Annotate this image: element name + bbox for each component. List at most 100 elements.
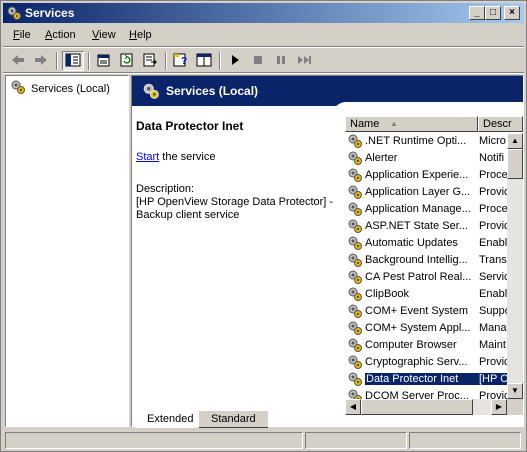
service-row[interactable]: COM+ Event System Suppo	[345, 303, 507, 320]
export-list-button[interactable]	[139, 51, 161, 71]
scroll-up-button[interactable]: ▲	[507, 133, 523, 149]
service-description: Micro	[479, 135, 506, 147]
service-row[interactable]: Background Intellig... Trans	[345, 252, 507, 269]
pane-title: Services (Local)	[166, 84, 259, 98]
service-row[interactable]: Application Experie... Proce	[345, 167, 507, 184]
column-name-label: Name	[350, 118, 380, 130]
show-hide-tree-icon	[65, 53, 81, 70]
back-button[interactable]	[7, 51, 29, 71]
service-name: Application Layer G...	[365, 186, 471, 198]
console-tree-button[interactable]	[193, 51, 215, 71]
service-gear-icon	[347, 388, 363, 399]
service-name: COM+ System Appl...	[365, 322, 471, 334]
column-header-name[interactable]: Name ▲	[345, 116, 478, 132]
export-list-icon	[142, 53, 158, 70]
refresh-icon	[119, 53, 135, 70]
service-description: Suppo	[479, 305, 507, 317]
description-label: Description:	[136, 183, 195, 195]
service-description: Mana	[479, 322, 507, 334]
services-window: Services _ □ × File Action View Help ? S…	[0, 0, 527, 452]
service-row[interactable]: Application Manage... Proce	[345, 201, 507, 218]
service-description: Enabl	[479, 288, 507, 300]
show-hide-tree-button[interactable]	[62, 51, 84, 71]
title-bar[interactable]: Services _ □ ×	[3, 3, 524, 23]
toolbar-separator	[165, 52, 167, 70]
service-description: Proce	[479, 169, 507, 181]
console-tree-icon	[196, 53, 212, 70]
service-row[interactable]: COM+ System Appl... Mana	[345, 320, 507, 337]
service-row[interactable]: CA Pest Patrol Real... Servic	[345, 269, 507, 286]
status-cell-2	[305, 432, 407, 449]
toolbar-divider	[3, 72, 524, 74]
sort-ascending-icon: ▲	[390, 119, 398, 128]
back-icon	[11, 54, 25, 69]
vertical-scrollbar[interactable]: ▲ ▼	[507, 133, 523, 399]
service-name: Alerter	[365, 152, 398, 164]
service-row[interactable]: ClipBook Enabl	[345, 286, 507, 303]
service-name: CA Pest Patrol Real...	[365, 271, 472, 283]
service-row[interactable]: Automatic Updates Enabl	[345, 235, 507, 252]
tab-extended[interactable]: Extended	[135, 411, 206, 428]
menu-view[interactable]: View	[92, 29, 116, 41]
service-name: DCOM Server Proc...	[365, 390, 469, 399]
service-row[interactable]: Application Layer G... Provid	[345, 184, 507, 201]
status-cell-main	[5, 432, 303, 449]
status-cell-3	[409, 432, 521, 449]
help-icon: ?	[173, 53, 189, 70]
tree-node-services-local[interactable]: Services (Local)	[10, 79, 112, 98]
refresh-button[interactable]	[116, 51, 138, 71]
service-row[interactable]: DCOM Server Proc... Provid	[345, 388, 507, 399]
service-description: Trans	[479, 254, 507, 266]
menu-bar: File Action View Help	[3, 26, 524, 46]
forward-icon	[34, 54, 48, 69]
details-pane: Services (Local) Data Protector Inet Sta…	[131, 75, 524, 427]
services-gear-icon	[6, 5, 22, 21]
menu-help[interactable]: Help	[129, 29, 152, 41]
view-tabs: Extended Standard	[131, 411, 524, 429]
stop-service-button[interactable]	[247, 51, 269, 71]
service-description: Provid	[479, 220, 507, 232]
service-details: Data Protector Inet Start the service De…	[136, 119, 336, 222]
minimize-button[interactable]: _	[469, 6, 485, 20]
service-description: Provid	[479, 356, 507, 368]
service-row[interactable]: Alerter Notifi	[345, 150, 507, 167]
start-service-line: Start the service	[136, 151, 336, 163]
vertical-scroll-thumb[interactable]	[507, 149, 523, 179]
selected-service-name: Data Protector Inet	[136, 119, 244, 133]
service-row[interactable]: ASP.NET State Ser... Provid	[345, 218, 507, 235]
column-description-label: Descr	[483, 118, 512, 130]
console-tree-pane[interactable]: Services (Local)	[5, 75, 129, 427]
service-name: ClipBook	[365, 288, 410, 300]
toolbar: ?	[3, 49, 524, 73]
service-name: Computer Browser	[365, 339, 457, 351]
service-description: [HP C	[479, 373, 507, 385]
service-row[interactable]: Cryptographic Serv... Provid	[345, 354, 507, 371]
column-header-description[interactable]: Descr	[478, 116, 523, 132]
service-name: .NET Runtime Opti...	[365, 135, 467, 147]
service-description: Servic	[479, 271, 507, 283]
restart-service-button[interactable]	[293, 51, 315, 71]
start-service-button[interactable]	[224, 51, 246, 71]
service-row[interactable]: Data Protector Inet [HP C	[345, 371, 507, 388]
tab-standard[interactable]: Standard	[199, 411, 268, 428]
forward-button[interactable]	[30, 51, 52, 71]
service-name: Application Experie...	[365, 169, 469, 181]
help-button[interactable]: ?	[170, 51, 192, 71]
maximize-button[interactable]: □	[485, 6, 501, 20]
start-service-link[interactable]: Start	[136, 151, 159, 163]
service-row[interactable]: Computer Browser Maint	[345, 337, 507, 354]
pause-service-button[interactable]	[270, 51, 292, 71]
service-name: Background Intellig...	[365, 254, 468, 266]
services-list[interactable]: Name ▲ Descr .NET Runtime Opti... Micro Al…	[345, 116, 523, 399]
scroll-down-button[interactable]: ▼	[507, 383, 523, 399]
service-description: Description: [HP OpenView Storage Data P…	[136, 183, 336, 222]
menu-file[interactable]: File	[13, 29, 31, 41]
menu-action[interactable]: Action	[45, 29, 76, 41]
menu-divider	[3, 46, 524, 48]
service-row[interactable]: .NET Runtime Opti... Micro	[345, 133, 507, 150]
properties-button[interactable]	[93, 51, 115, 71]
close-button[interactable]: ×	[504, 6, 520, 20]
stop-icon	[253, 55, 263, 68]
service-description: Maint	[479, 339, 506, 351]
toolbar-separator	[56, 52, 58, 70]
